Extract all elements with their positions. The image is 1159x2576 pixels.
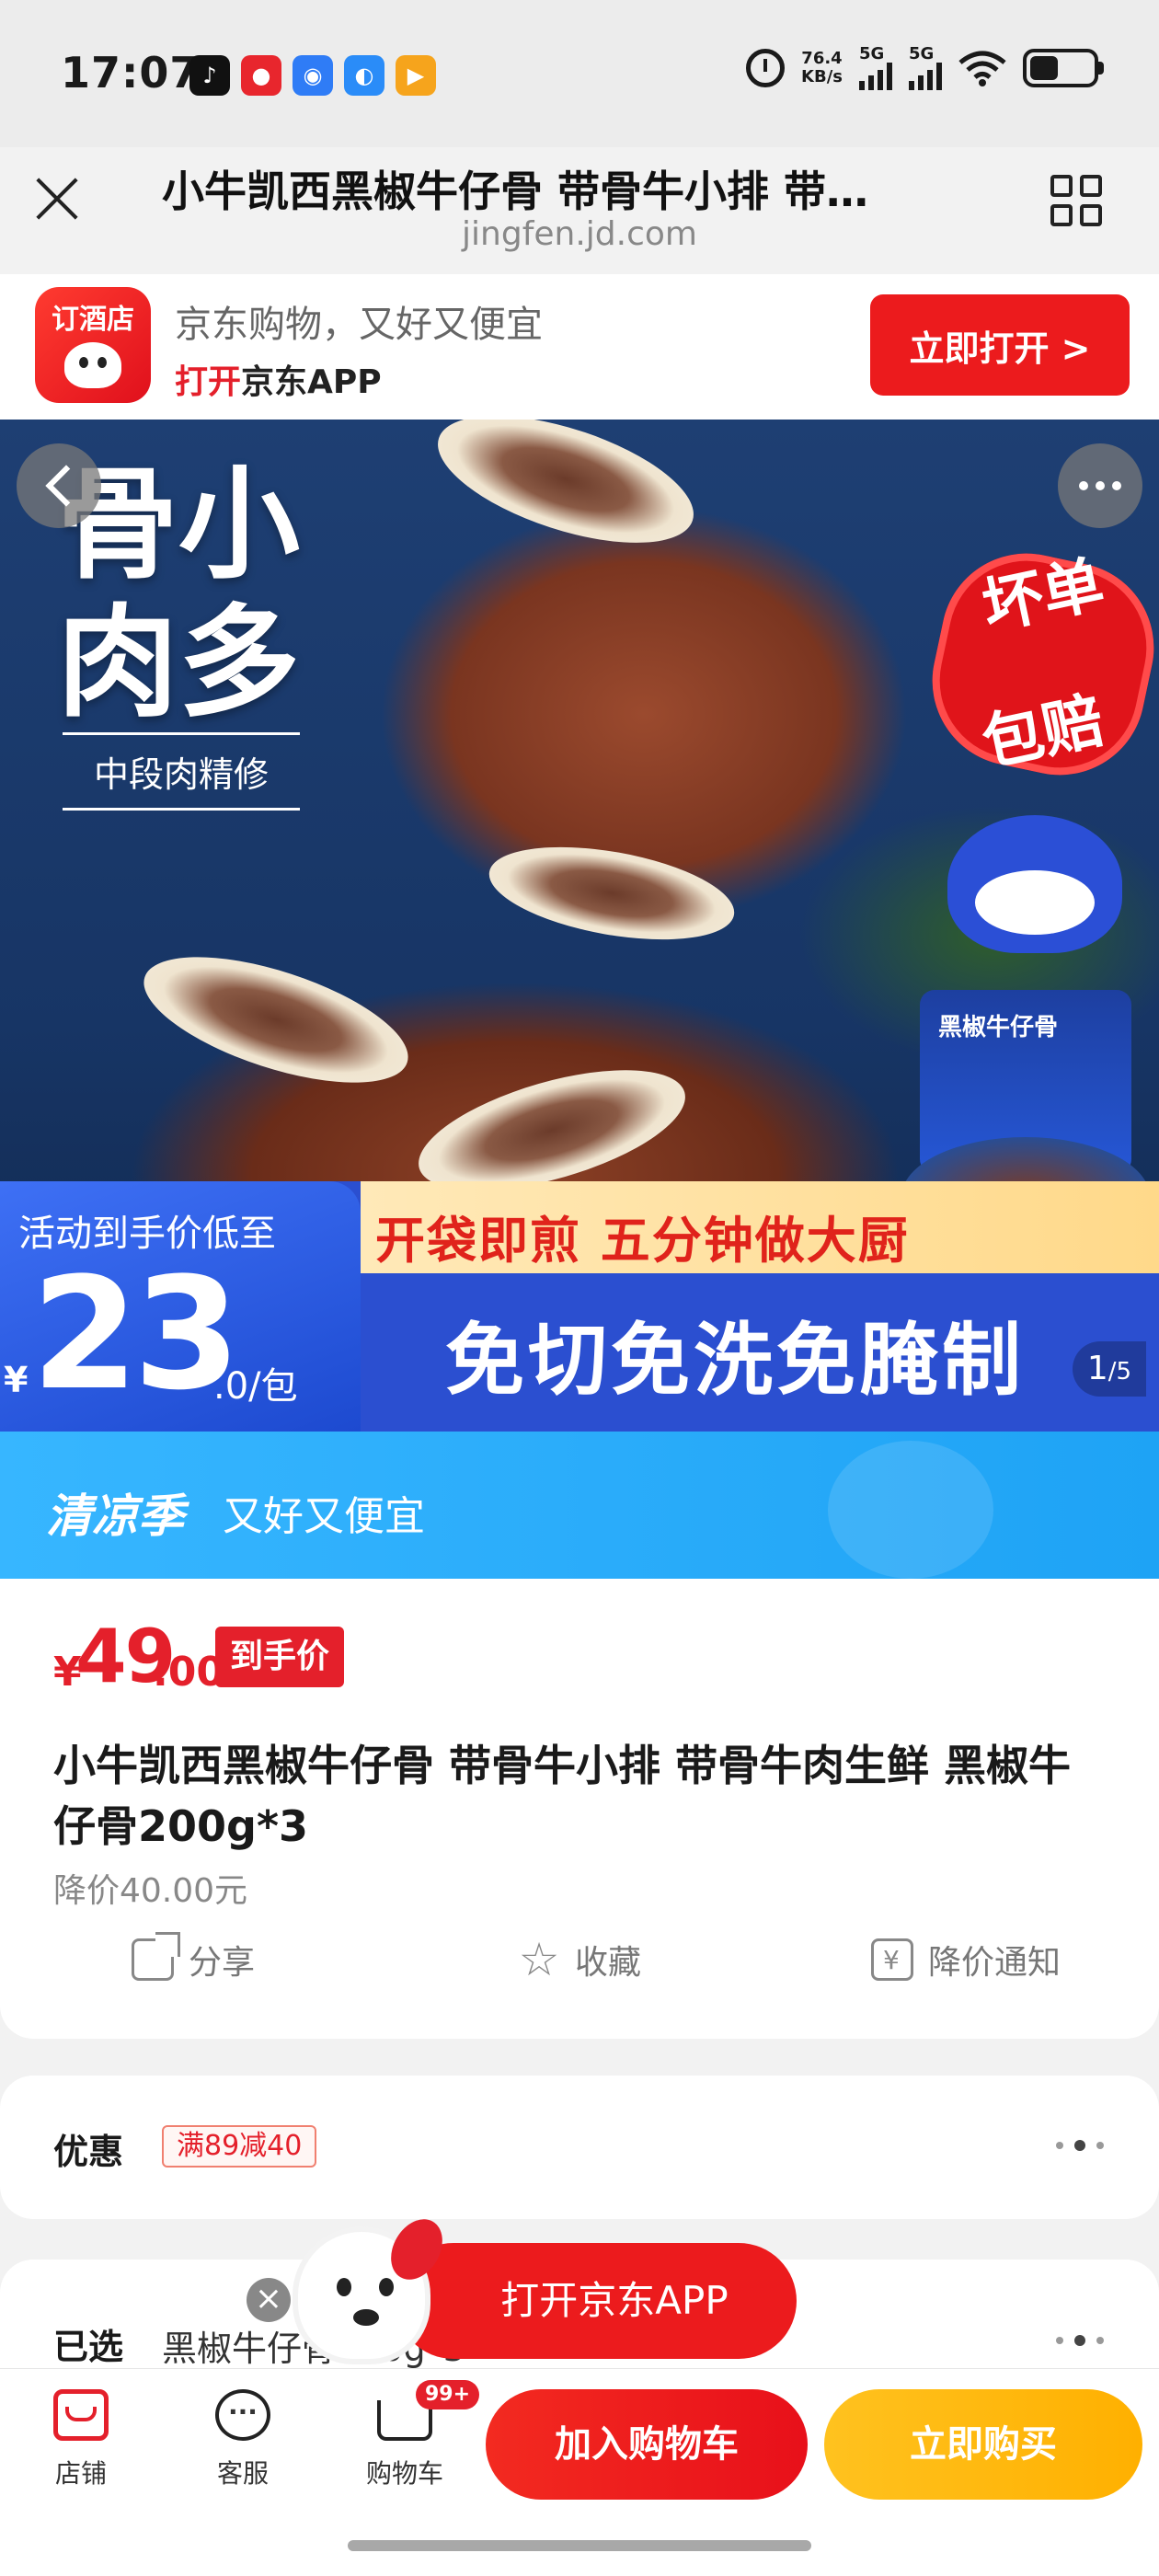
nav-service-label: 客服 xyxy=(216,2458,269,2489)
bone-graphic xyxy=(482,831,741,956)
store-icon xyxy=(53,2389,109,2441)
bone-graphic xyxy=(130,931,422,1109)
more-dots-icon xyxy=(1056,2335,1104,2346)
chat-icon xyxy=(215,2389,270,2441)
promo-headline: 免切免洗免腌制 xyxy=(445,1315,1025,1407)
app-download-banner[interactable]: 订酒店 京东购物，又好又便宜 打开京东APP 立即打开 > xyxy=(0,274,1159,420)
hero-subheadline: 中段肉精修 xyxy=(63,732,300,811)
logo-text: 订酒店 xyxy=(52,304,134,336)
sim1-label: 5G xyxy=(859,44,885,63)
bone-graphic xyxy=(423,420,708,569)
favorite-button[interactable]: ☆ 收藏 xyxy=(386,1936,773,1984)
nav-cart-label: 购物车 xyxy=(365,2458,443,2489)
coupon-tag: 满89减40 xyxy=(162,2125,317,2168)
pager-total: /5 xyxy=(1107,1358,1132,1386)
floating-close-button[interactable]: × xyxy=(247,2278,291,2322)
sim2-label: 5G xyxy=(909,44,935,63)
signal-sim1: 5G xyxy=(859,46,892,90)
net-speed: 76.4 KB/s xyxy=(801,50,843,86)
signal-bars-icon xyxy=(859,63,892,90)
signal-sim2: 5G xyxy=(909,46,942,90)
coupon-row[interactable]: 优惠 满89减40 xyxy=(0,2076,1159,2219)
buy-now-button[interactable]: 立即购买 xyxy=(824,2389,1142,2500)
season-banner: 清凉季 又好又便宜 xyxy=(0,1432,1159,1588)
season-tag: 清凉季 xyxy=(46,1489,184,1543)
mascot-graphic xyxy=(947,815,1122,953)
share-button[interactable]: 分享 xyxy=(0,1932,386,1984)
status-indicators: 76.4 KB/s 5G 5G xyxy=(746,46,1104,90)
add-to-cart-button[interactable]: 加入购物车 xyxy=(486,2389,808,2500)
more-options-button[interactable] xyxy=(1058,443,1142,528)
product-actions: 分享 ☆ 收藏 降价通知 xyxy=(0,1932,1159,1984)
banner-cta-text: 打开京东APP xyxy=(175,355,382,403)
status-time: 17:07 xyxy=(61,48,201,98)
nav-store-label: 店铺 xyxy=(54,2458,107,2489)
promo-price-yen: ¥ xyxy=(4,1360,29,1400)
price-alert-button[interactable]: 降价通知 xyxy=(773,1936,1159,1984)
season-text: 又好又便宜 xyxy=(223,1493,425,1540)
share-icon xyxy=(131,1932,180,1981)
jd-dog-mascot-icon xyxy=(293,2210,453,2364)
banner-cta-rest: 京东APP xyxy=(241,363,382,401)
coupon-label: 优惠 xyxy=(53,2132,124,2172)
app-icon-4: ◐ xyxy=(344,55,384,96)
product-title: 小牛凯西黑椒牛仔骨 带骨牛小排 带骨牛肉生鲜 黑椒牛仔骨200g*3 xyxy=(53,1741,1072,1851)
back-button[interactable] xyxy=(17,443,101,528)
seal-line1: 坏单 xyxy=(976,548,1110,643)
promo-price-box: 活动到手价低至 ¥ 23 .0/包 xyxy=(0,1181,361,1432)
alarm-icon xyxy=(746,49,786,87)
nav-cart[interactable]: 购物车 99+ xyxy=(340,2380,480,2490)
price-alert-icon xyxy=(870,1938,913,1981)
price-decimal: .00 xyxy=(153,1649,224,1696)
floating-open-app-button[interactable]: 打开京东APP xyxy=(396,2243,797,2359)
pack-label: 黑椒牛仔骨 xyxy=(938,1014,1059,1041)
banner-slogan: 京东购物，又好又便宜 xyxy=(175,304,543,346)
selected-label: 已选 xyxy=(53,2327,124,2367)
status-app-icons: ♪ ● ◉ ◐ ▶ xyxy=(189,55,436,96)
product-page: 17:07 ♪ ● ◉ ◐ ▶ 76.4 KB/s 5G 5G 小牛凯西黑椒牛仔… xyxy=(0,0,1159,2576)
dog-nose xyxy=(353,2309,379,2326)
cart-count-badge: 99+ xyxy=(416,2380,480,2409)
hero-headline-2: 肉多 xyxy=(57,592,300,734)
palm-tree-icon xyxy=(828,1441,993,1579)
share-label: 分享 xyxy=(188,1944,255,1982)
app-icon-5: ▶ xyxy=(396,55,436,96)
page-title: 小牛凯西黑椒牛仔骨 带骨牛小排 带… xyxy=(162,167,869,216)
app-icon-2: ● xyxy=(241,55,281,96)
signal-bars-icon xyxy=(909,63,942,90)
price-alert-label: 降价通知 xyxy=(927,1944,1061,1982)
tiktok-icon: ♪ xyxy=(189,55,230,96)
wifi-icon xyxy=(958,51,1006,86)
final-price-badge: 到手价 xyxy=(215,1627,344,1687)
nav-customer-service[interactable]: 客服 xyxy=(178,2389,307,2490)
seal-line2: 包赔 xyxy=(976,684,1110,779)
nav-store[interactable]: 店铺 xyxy=(17,2389,145,2490)
pager-current: 1 xyxy=(1086,1350,1108,1387)
net-speed-unit: KB/s xyxy=(801,67,843,86)
image-pager: 1/5 xyxy=(1073,1341,1146,1397)
price-drop-text: 降价40.00元 xyxy=(53,1872,248,1910)
promo-price-unit: .0/包 xyxy=(213,1365,298,1408)
battery-icon xyxy=(1023,49,1104,87)
page-domain: jingfen.jd.com xyxy=(462,215,697,253)
app-icon-3: ◉ xyxy=(293,55,333,96)
open-app-button[interactable]: 立即打开 > xyxy=(870,294,1130,396)
product-info-card: ¥ 49 .00 到手价 小牛凯西黑椒牛仔骨 带骨牛小排 带骨牛肉生鲜 黑椒牛仔… xyxy=(0,1579,1159,2039)
favorite-label: 收藏 xyxy=(574,1944,641,1982)
product-image-carousel[interactable]: 骨小 肉多 中段肉精修 坏单 包赔 黑椒牛仔骨 活动到手价低至 ¥ 23 .0/包… xyxy=(0,420,1159,1432)
hero-price-band: 活动到手价低至 ¥ 23 .0/包 开袋即煎 五分钟做大厨 免切免洗免腌制 1/… xyxy=(0,1181,1159,1432)
promo-strip-text: 开袋即煎 五分钟做大厨 xyxy=(375,1212,910,1270)
dog-mascot-icon xyxy=(64,342,121,388)
net-speed-value: 76.4 xyxy=(801,49,843,68)
home-indicator[interactable] xyxy=(348,2540,811,2551)
jd-app-logo: 订酒店 xyxy=(35,287,151,403)
more-dots-icon xyxy=(1056,2140,1104,2151)
bottom-action-bar: 店铺 客服 购物车 99+ 加入购物车 立即购买 xyxy=(0,2368,1159,2576)
banner-cta-highlight: 打开 xyxy=(175,363,242,401)
status-bar: 17:07 ♪ ● ◉ ◐ ▶ 76.4 KB/s 5G 5G xyxy=(0,0,1159,147)
grid-menu-icon[interactable] xyxy=(1050,175,1106,230)
guarantee-seal: 坏单 包赔 xyxy=(916,537,1159,791)
promo-price-value: 23 xyxy=(31,1244,241,1424)
star-icon: ☆ xyxy=(518,1933,560,1986)
